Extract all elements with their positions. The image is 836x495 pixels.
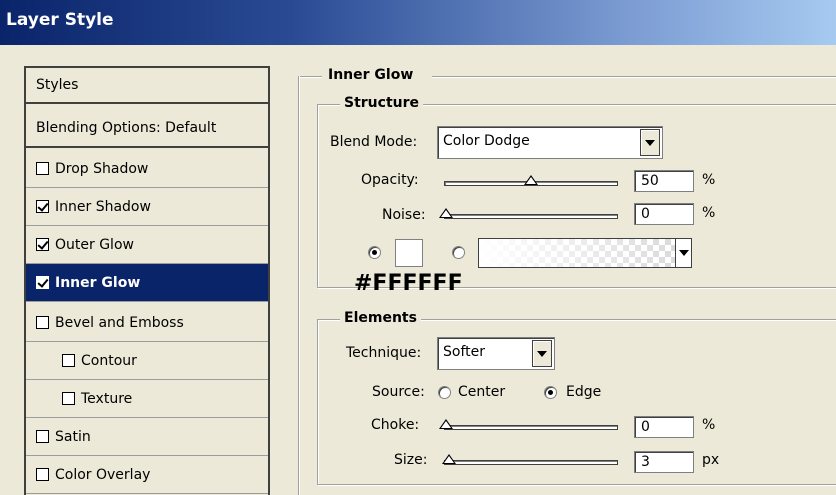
blending-options-item[interactable]: Blending Options: Default: [26, 110, 268, 148]
source-center-radio[interactable]: [438, 386, 451, 399]
style-item-texture[interactable]: Texture: [26, 380, 268, 418]
style-item-outer-glow[interactable]: Outer Glow: [26, 226, 268, 264]
contour-checkbox[interactable]: [62, 354, 75, 367]
inner-glow-checkbox[interactable]: [36, 276, 49, 289]
choke-label: Choke:: [371, 417, 420, 433]
noise-label: Noise:: [382, 207, 426, 223]
dialog-title: Layer Style: [6, 10, 114, 30]
style-item-inner-shadow[interactable]: Inner Shadow: [26, 188, 268, 226]
noise-slider-track[interactable]: [444, 214, 618, 219]
drop-shadow-checkbox[interactable]: [36, 162, 49, 175]
chevron-down-icon: [645, 139, 655, 146]
glow-color-swatch[interactable]: [395, 239, 423, 267]
bevel-emboss-checkbox[interactable]: [36, 316, 49, 329]
solid-color-radio[interactable]: [368, 246, 381, 259]
inner-shadow-checkbox[interactable]: [36, 200, 49, 213]
blend-mode-dropdown-button[interactable]: [640, 129, 660, 156]
opacity-unit: %: [702, 172, 716, 188]
technique-label: Technique:: [346, 345, 422, 361]
elements-title: Elements: [340, 310, 421, 326]
size-slider-thumb[interactable]: [442, 454, 456, 464]
technique-select[interactable]: Softer: [437, 337, 555, 370]
technique-value: Softer: [443, 344, 485, 360]
opacity-input[interactable]: 50: [634, 170, 694, 192]
technique-dropdown-button[interactable]: [532, 340, 552, 367]
style-item-color-overlay[interactable]: Color Overlay: [26, 456, 268, 494]
choke-slider-track[interactable]: [444, 425, 618, 430]
gradient-radio[interactable]: [452, 246, 465, 259]
source-label: Source:: [372, 384, 425, 400]
structure-title: Structure: [340, 95, 424, 111]
inner-glow-title: Inner Glow: [324, 67, 418, 83]
opacity-label: Opacity:: [361, 172, 419, 188]
color-overlay-checkbox[interactable]: [36, 468, 49, 481]
style-item-bevel-emboss[interactable]: Bevel and Emboss: [26, 304, 268, 342]
noise-input[interactable]: 0: [634, 203, 694, 225]
source-edge-label: Edge: [566, 384, 602, 400]
style-item-contour[interactable]: Contour: [26, 342, 268, 380]
gradient-picker[interactable]: [478, 238, 692, 268]
source-center-label: Center: [458, 384, 506, 400]
inner-glow-group-line-vertical: [298, 76, 300, 495]
blend-mode-value: Color Dodge: [443, 133, 530, 149]
size-input[interactable]: 3: [634, 451, 694, 473]
opacity-slider-thumb[interactable]: [524, 175, 538, 185]
choke-unit: %: [702, 417, 716, 433]
inner-glow-group-line-right: [432, 76, 836, 78]
inner-glow-group-line-left: [300, 76, 322, 78]
blend-mode-select[interactable]: Color Dodge: [437, 126, 663, 159]
outer-glow-checkbox[interactable]: [36, 238, 49, 251]
styles-list-header[interactable]: Styles: [26, 66, 268, 104]
size-slider-track[interactable]: [444, 460, 618, 465]
texture-checkbox[interactable]: [62, 392, 75, 405]
chevron-down-icon: [537, 350, 547, 357]
size-label: Size:: [394, 452, 428, 468]
source-edge-radio[interactable]: [544, 386, 557, 399]
style-item-drop-shadow[interactable]: Drop Shadow: [26, 150, 268, 188]
chevron-down-icon: [678, 250, 689, 256]
style-item-satin[interactable]: Satin: [26, 418, 268, 456]
choke-slider-thumb[interactable]: [439, 419, 453, 429]
noise-unit: %: [702, 205, 716, 221]
styles-list: Styles Blending Options: Default Drop Sh…: [24, 66, 270, 495]
style-item-inner-glow[interactable]: Inner Glow: [26, 264, 268, 302]
dialog-title-bar[interactable]: Layer Style: [0, 0, 836, 45]
blend-mode-label: Blend Mode:: [330, 134, 418, 150]
choke-input[interactable]: 0: [634, 416, 694, 438]
satin-checkbox[interactable]: [36, 430, 49, 443]
gradient-dropdown-button[interactable]: [675, 239, 691, 267]
size-unit: px: [702, 452, 720, 468]
noise-slider-thumb[interactable]: [439, 208, 453, 218]
color-hex-annotation: #FFFFFF: [354, 271, 463, 296]
